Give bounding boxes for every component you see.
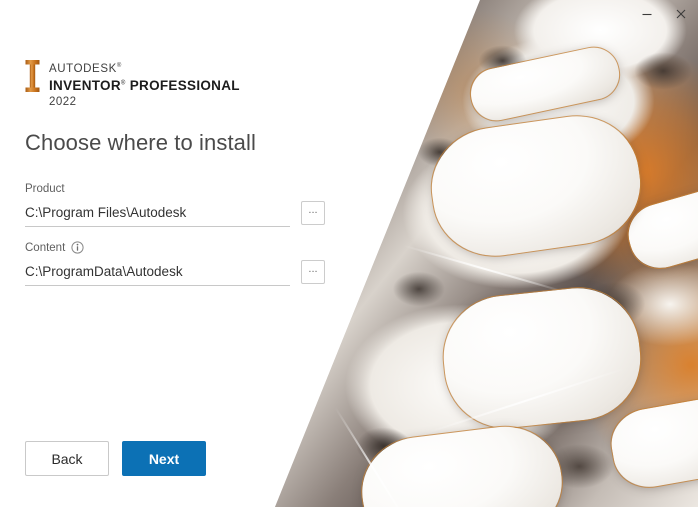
autodesk-i-mark-icon [25,59,40,93]
product-path-label: Product [25,183,65,195]
product-path-label-row: Product [25,183,325,195]
product-path-browse-button[interactable]: ... [301,201,325,225]
brand-edition: PROFESSIONAL [129,78,240,93]
back-button[interactable]: Back [25,441,109,476]
autodesk-product-logo: AUTODESK® INVENTOR® PROFESSIONAL 2022 [25,59,240,108]
brand-year: 2022 [49,95,77,108]
title-bar [0,0,698,30]
content-path-browse-button[interactable]: ... [301,260,325,284]
field-group-product: Product ... [25,183,325,227]
brand-product-line: INVENTOR® PROFESSIONAL [49,78,240,93]
content-path-label-row: Content [25,241,325,254]
brand-product-trademark: ® [120,80,126,87]
minimize-button[interactable] [630,0,664,28]
field-group-content: Content ... [25,241,325,286]
product-path-input[interactable] [25,205,290,227]
close-button[interactable] [664,0,698,28]
next-button[interactable]: Next [122,441,206,476]
brand-company: AUTODESK® [49,63,122,75]
close-icon [675,8,687,20]
content-path-label: Content [25,241,66,254]
info-circle-icon[interactable] [71,241,84,254]
product-path-row: ... [25,201,325,227]
page-title: Choose where to install [25,130,256,155]
ellipsis-icon: ... [308,203,318,216]
main-content: AUTODESK® INVENTOR® PROFESSIONAL 2022 Ch… [0,0,420,507]
brand-text-block: AUTODESK® INVENTOR® PROFESSIONAL 2022 [49,59,240,108]
content-path-input[interactable] [25,264,290,286]
minimize-icon [641,8,653,20]
brand-company-trademark: ® [116,63,122,70]
installer-window: AUTODESK® INVENTOR® PROFESSIONAL 2022 Ch… [0,0,698,507]
content-path-row: ... [25,260,325,286]
footer-buttons: Back Next [25,441,206,476]
ellipsis-icon: ... [308,262,318,275]
